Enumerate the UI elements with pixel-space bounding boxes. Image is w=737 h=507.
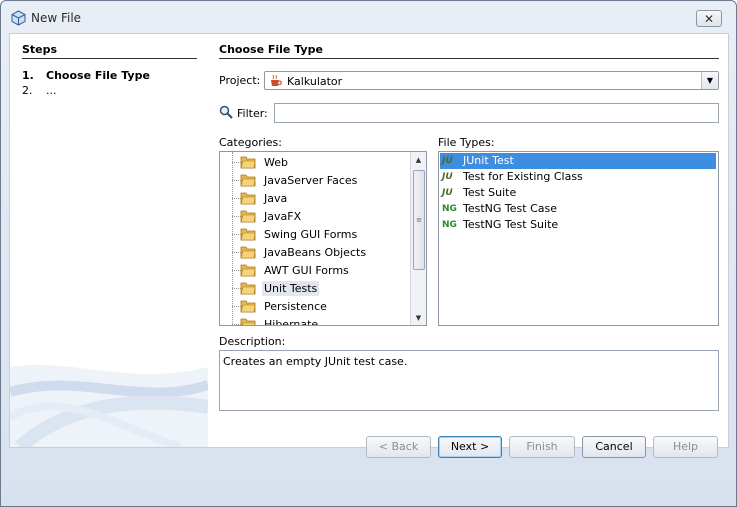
- categories-label: Categories:: [219, 136, 282, 149]
- scroll-thumb[interactable]: ≡: [413, 170, 425, 270]
- category-label: Unit Tests: [262, 281, 320, 296]
- categories-tree[interactable]: Web JavaServer Faces Java JavaFX Swing GUI F…: [219, 151, 427, 326]
- cancel-button[interactable]: Cancel: [582, 436, 646, 458]
- help-button[interactable]: Help: [653, 436, 718, 458]
- step-number: 2.: [22, 84, 33, 97]
- category-label: JavaBeans Objects: [264, 246, 367, 259]
- category-label: JavaServer Faces: [264, 174, 358, 187]
- category-item[interactable]: Web: [220, 153, 410, 171]
- category-label: Persistence: [264, 300, 327, 313]
- netbeans-cube-icon: [11, 10, 26, 26]
- window-title: New File: [31, 11, 82, 25]
- description-text: Creates an empty JUnit test case.: [223, 355, 408, 368]
- file-type-label: TestNG Test Suite: [463, 218, 559, 231]
- close-icon: ✕: [703, 11, 715, 26]
- next-button[interactable]: Next >: [438, 436, 502, 458]
- file-types-list[interactable]: JU JUnit Test JU Test for Existing Class JU T…: [438, 151, 719, 326]
- folder-icon: [240, 228, 256, 241]
- category-item[interactable]: AWT GUI Forms: [220, 261, 410, 279]
- project-label: Project:: [219, 74, 261, 87]
- panel-title: Choose File Type: [219, 43, 323, 56]
- category-label: Java: [264, 192, 288, 205]
- folder-icon: [240, 264, 256, 277]
- step-number: 1.: [22, 69, 34, 82]
- category-item[interactable]: Persistence: [220, 297, 410, 315]
- file-type-label: Test Suite: [463, 186, 517, 199]
- categories-scrollbar[interactable]: ▲ ≡ ▼: [410, 152, 426, 325]
- step-2: 2....: [22, 84, 57, 97]
- step-label: Choose File Type: [46, 69, 150, 82]
- category-label: AWT GUI Forms: [264, 264, 349, 277]
- magnifier-icon: [219, 105, 233, 119]
- steps-panel: Steps 1. Choose File Type 2....: [10, 34, 208, 447]
- chevron-down-icon[interactable]: ▼: [701, 72, 718, 89]
- testng-icon: NG: [442, 220, 457, 230]
- category-label: Swing GUI Forms: [264, 228, 358, 241]
- decorative-swoosh: [10, 364, 208, 447]
- description-label: Description:: [219, 335, 286, 348]
- file-type-label: Test for Existing Class: [463, 170, 583, 183]
- file-type-item[interactable]: JU JUnit Test: [440, 153, 716, 169]
- folder-icon: [240, 192, 256, 205]
- close-button[interactable]: ✕: [696, 10, 722, 27]
- file-type-item[interactable]: NG TestNG Test Suite: [440, 217, 716, 233]
- java-cup-icon: [271, 74, 282, 86]
- category-label: Web: [264, 156, 288, 169]
- project-combobox[interactable]: Kalkulator ▼: [264, 71, 719, 90]
- file-type-label: JUnit Test: [463, 154, 514, 167]
- project-value: Kalkulator: [287, 75, 343, 88]
- junit-icon: JU: [442, 156, 453, 166]
- scroll-down-icon[interactable]: ▼: [411, 310, 426, 325]
- description-box: Creates an empty JUnit test case.: [219, 350, 719, 411]
- filter-input[interactable]: [274, 103, 719, 123]
- file-types-label: File Types:: [438, 136, 495, 149]
- category-item[interactable]: Hibernate: [220, 315, 410, 326]
- category-item[interactable]: Swing GUI Forms: [220, 225, 410, 243]
- file-type-item[interactable]: JU Test Suite: [440, 185, 716, 201]
- title-bar: New File ✕: [1, 1, 736, 31]
- category-item[interactable]: JavaFX: [220, 207, 410, 225]
- panel-divider: [219, 58, 719, 59]
- folder-icon: [240, 300, 256, 313]
- steps-heading: Steps: [22, 43, 58, 56]
- junit-icon: JU: [442, 188, 453, 198]
- folder-icon: [240, 210, 256, 223]
- file-type-item[interactable]: JU Test for Existing Class: [440, 169, 716, 185]
- file-type-item[interactable]: NG TestNG Test Case: [440, 201, 716, 217]
- file-type-label: TestNG Test Case: [463, 202, 557, 215]
- filter-label: Filter:: [237, 107, 268, 120]
- category-item[interactable]: Java: [220, 189, 410, 207]
- junit-icon: JU: [442, 172, 453, 182]
- steps-divider: [22, 58, 197, 59]
- step-1: 1. Choose File Type: [22, 69, 150, 82]
- testng-icon: NG: [442, 204, 457, 214]
- category-label: Hibernate: [264, 318, 319, 326]
- dialog-body: Steps 1. Choose File Type 2.... Choose Fi…: [9, 33, 729, 448]
- scroll-up-icon[interactable]: ▲: [411, 152, 426, 167]
- new-file-dialog: New File ✕ Steps 1. Choose File Type 2...…: [0, 0, 737, 507]
- folder-icon: [240, 174, 256, 187]
- category-item[interactable]: Unit Tests: [220, 279, 410, 297]
- back-button[interactable]: < Back: [366, 436, 431, 458]
- category-item[interactable]: JavaBeans Objects: [220, 243, 410, 261]
- category-label: JavaFX: [264, 210, 302, 223]
- folder-icon: [240, 282, 256, 295]
- category-item[interactable]: JavaServer Faces: [220, 171, 410, 189]
- step-label: ...: [46, 84, 57, 97]
- finish-button[interactable]: Finish: [509, 436, 575, 458]
- folder-icon: [240, 246, 256, 259]
- folder-icon: [240, 318, 256, 325]
- folder-icon: [240, 156, 256, 169]
- choose-file-type-panel: Choose File Type Project: Kalkulator ▼ F…: [219, 34, 729, 447]
